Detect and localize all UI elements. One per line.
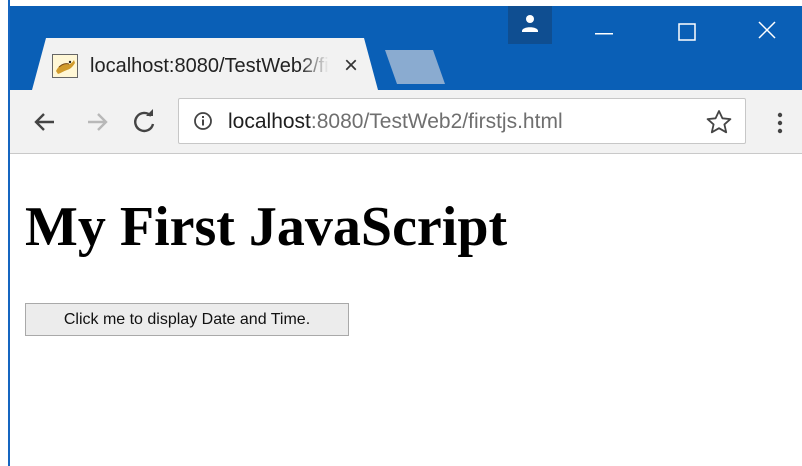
url-path: :8080/TestWeb2/firstjs.html — [310, 110, 563, 133]
star-icon[interactable] — [704, 108, 734, 136]
close-window-button[interactable] — [740, 10, 792, 50]
back-arrow-icon — [34, 113, 54, 131]
more-vertical-icon[interactable] — [768, 106, 792, 140]
browser-window: localhost:8080/TestWeb2/firstjs.html × — [0, 0, 802, 466]
url-text[interactable]: localhost:8080/TestWeb2/firstjs.html — [228, 104, 688, 140]
window-left-edge — [0, 0, 8, 466]
maximize-button[interactable] — [660, 10, 712, 50]
maximize-icon — [678, 23, 696, 41]
reload-button[interactable] — [127, 102, 161, 142]
back-button[interactable] — [28, 102, 62, 142]
url-host: localhost — [228, 110, 311, 133]
person-icon — [522, 15, 538, 32]
tab-title: localhost:8080/TestWeb2/firstjs.html — [90, 55, 332, 77]
profile-button[interactable] — [508, 6, 552, 44]
page-heading: My First JavaScript — [25, 196, 508, 258]
forward-button[interactable] — [80, 102, 114, 142]
tomcat-icon — [52, 54, 78, 78]
close-icon[interactable]: × — [337, 52, 365, 80]
minimize-icon — [595, 33, 613, 35]
forward-arrow-icon — [88, 113, 108, 131]
info-icon[interactable] — [193, 111, 213, 131]
reload-icon — [134, 109, 155, 133]
minimize-button[interactable] — [578, 10, 630, 50]
tab-title-fade — [300, 51, 340, 81]
close-icon — [758, 21, 776, 39]
display-date-time-button[interactable]: Click me to display Date and Time. — [25, 303, 349, 336]
